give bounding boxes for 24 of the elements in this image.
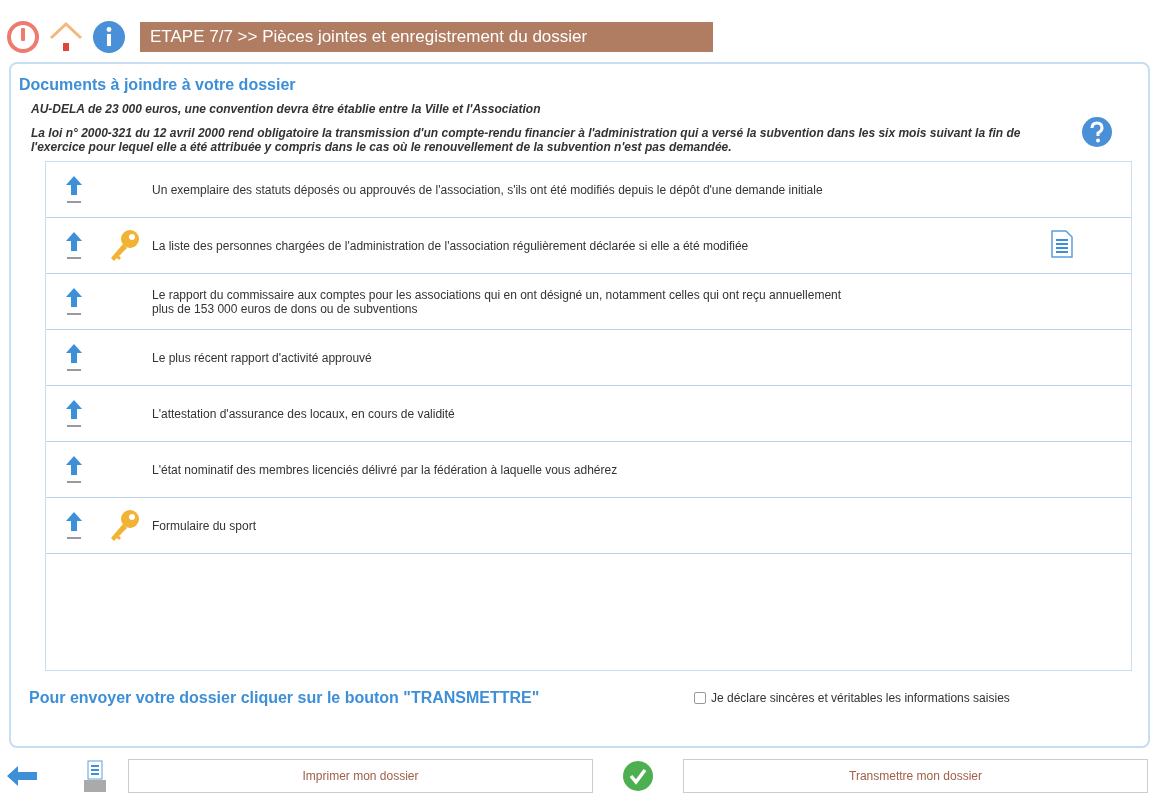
print-button[interactable]: Imprimer mon dossier: [128, 759, 593, 793]
step-title: ETAPE 7/7 >> Pièces jointes et enregistrement du dossier: [140, 22, 713, 52]
help-icon[interactable]: [1082, 116, 1112, 147]
info-icon[interactable]: [92, 20, 126, 54]
submit-button[interactable]: Transmettre mon dossier: [683, 759, 1148, 793]
home-icon[interactable]: [48, 21, 84, 53]
document-label: L'état nominatif des membres licenciés délivré par la fédération à laquelle vous adhérez: [152, 462, 619, 477]
document-label: L'attestation d'assurance des locaux, en cours de validité: [152, 406, 456, 421]
check-icon[interactable]: [623, 761, 653, 791]
document-label: Le rapport du commissaire aux comptes pour les associations qui en ont désigné un, notamment celles qui ont reçu annuellement plus de 153 000 euros de dons ou de subventions: [152, 287, 843, 316]
checkbox[interactable]: [694, 692, 706, 704]
checkbox-label[interactable]: Je déclare sincères et véritables les informations saisies: [711, 691, 1010, 705]
document-label: Le plus récent rapport d'activité approuvé: [152, 350, 373, 365]
document-label: Formulaire du sport: [152, 518, 258, 533]
document-label: Un exemplaire des statuts déposés ou approuvés de l'association, s'ils ont été modifiés depuis le dépôt d'une demande initiale: [152, 182, 824, 197]
section-heading: Documents à joindre à votre dossier: [19, 76, 297, 94]
print-icon[interactable]: [84, 760, 106, 792]
power-icon[interactable]: [6, 20, 40, 54]
document-label: La liste des personnes chargées de l'administration de l'association régulièrement déclarée si elle a été modifiée: [152, 238, 750, 253]
back-arrow-icon[interactable]: [6, 765, 38, 787]
document-icon[interactable]: [1051, 230, 1073, 258]
send-instruction: Pour envoyer votre dossier cliquer sur le bouton "TRANSMETTRE": [29, 689, 541, 707]
notice-text: La loi n° 2000-321 du 12 avril 2000 rend obligatoire la transmission d'un compte-rendu financier à l'administration qui a versé la subvention dans les six mois suivant la fin de l'exercice pour lequel elle a été attribuée y compris dans le cas où le renouvellement de la subvention n'est pas demandée.: [31, 126, 1022, 154]
notice-text: AU-DELA de 23 000 euros, une convention devra être établie entre la Ville et l'Association: [31, 102, 542, 116]
